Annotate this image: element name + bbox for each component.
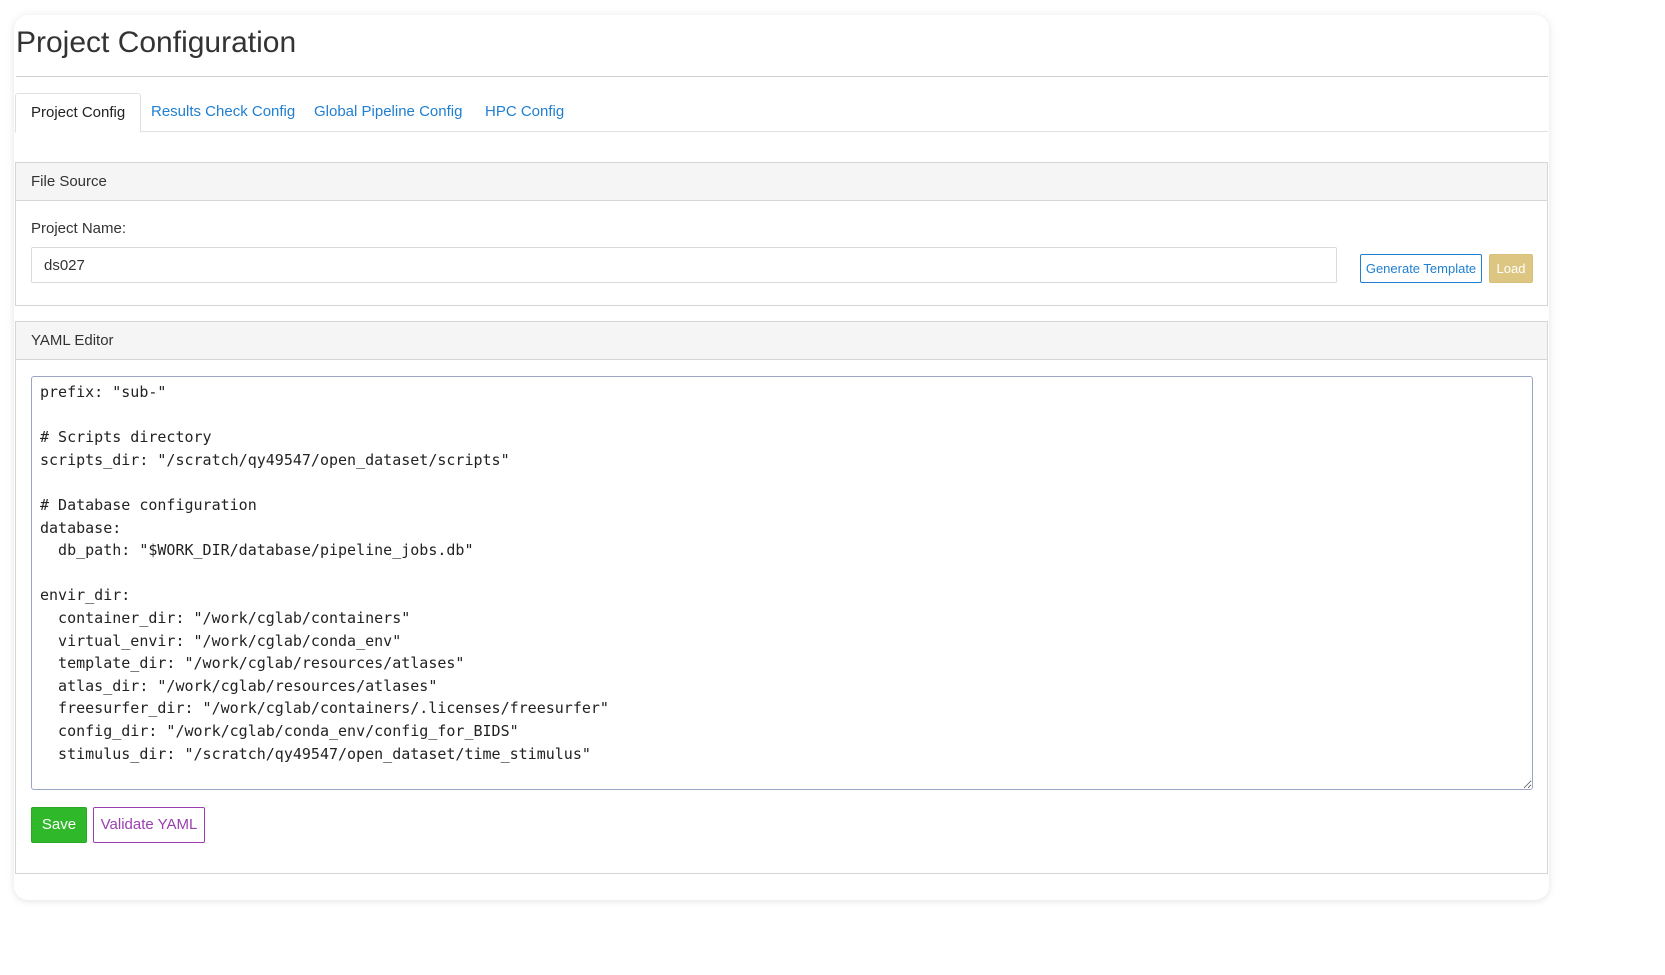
tab-global-pipeline-config[interactable]: Global Pipeline Config <box>314 93 462 132</box>
load-button[interactable]: Load <box>1489 254 1533 283</box>
file-source-header: File Source <box>16 163 1547 201</box>
tab-project-config[interactable]: Project Config <box>15 93 142 133</box>
tab-results-check-config[interactable]: Results Check Config <box>151 93 295 132</box>
project-name-input[interactable] <box>31 247 1337 283</box>
project-name-label: Project Name: <box>31 220 127 237</box>
yaml-editor-header: YAML Editor <box>16 322 1547 360</box>
config-card: Project Configuration Project Config Res… <box>14 15 1549 900</box>
tab-hpc-config[interactable]: HPC Config <box>485 93 564 132</box>
file-source-panel: File Source Project Name: Generate Templ… <box>15 162 1548 306</box>
page-title: Project Configuration <box>16 26 297 59</box>
validate-yaml-button[interactable]: Validate YAML <box>93 807 205 843</box>
title-divider <box>16 76 1548 77</box>
generate-template-button[interactable]: Generate Template <box>1360 254 1482 283</box>
tab-bar: Project Config Results Check Config Glob… <box>15 93 1548 133</box>
yaml-editor-textarea[interactable]: prefix: "sub-" # Scripts directory scrip… <box>31 376 1533 790</box>
save-button[interactable]: Save <box>31 807 87 843</box>
yaml-editor-panel: YAML Editor prefix: "sub-" # Scripts dir… <box>15 321 1548 874</box>
